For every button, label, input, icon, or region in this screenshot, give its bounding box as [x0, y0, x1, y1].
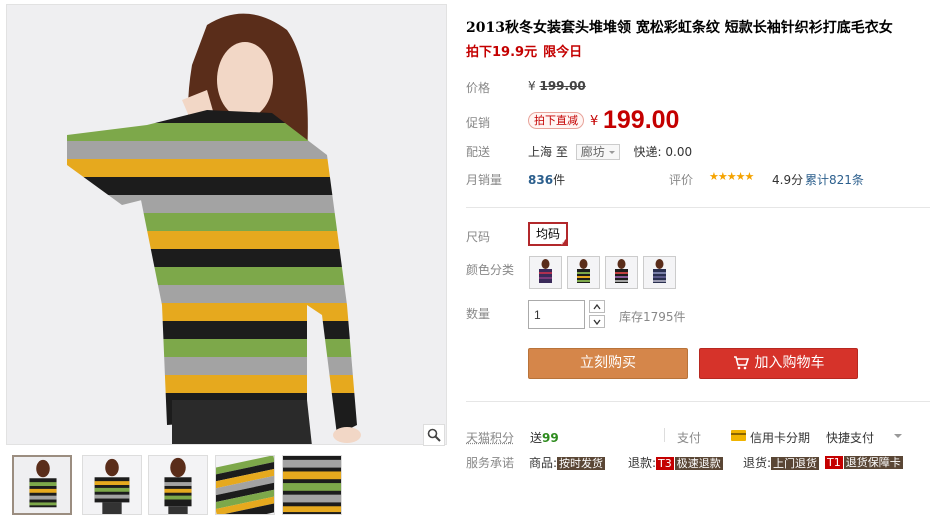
quantity-increase-button[interactable] — [589, 300, 605, 313]
color-swatch-3[interactable] — [605, 256, 638, 289]
zoom-icon[interactable] — [423, 424, 445, 446]
original-price-currency: ¥ — [528, 79, 536, 93]
divider-top — [466, 207, 930, 208]
fast-pay-select[interactable]: 快捷支付 — [826, 429, 874, 446]
add-to-cart-button[interactable]: 加入购物车 — [699, 348, 858, 379]
product-page: 2013秋冬女装套头堆堆领 宽松彩虹条纹 短款长袖针织衫打底毛衣女 拍下19.9… — [0, 0, 930, 524]
promo-currency: ¥ — [590, 114, 599, 129]
service-item-3-text: 退货: — [743, 456, 772, 470]
promo-tag: 拍下直减 — [528, 112, 584, 129]
chevron-down-icon[interactable] — [894, 434, 902, 442]
points-value: 送99 — [530, 429, 559, 446]
product-title: 2013秋冬女装套头堆堆领 宽松彩虹条纹 短款长袖针织衫打底毛衣女 — [466, 20, 893, 36]
quantity-input[interactable] — [528, 300, 585, 329]
service-item-2-text: 退款: — [628, 456, 657, 470]
service-item-refund[interactable]: 退款: T3 极速退款 — [628, 454, 723, 471]
size-option-selected[interactable]: 均码 ✓ — [528, 222, 568, 247]
check-icon: ✓ — [560, 239, 566, 247]
subtitle-promo: 限今日 — [543, 45, 583, 60]
buy-now-button[interactable]: 立刻购买 — [528, 348, 688, 379]
points-prefix: 送 — [530, 431, 543, 445]
points-label[interactable]: 天猫积分 — [466, 429, 514, 446]
points-number: 99 — [542, 431, 559, 445]
size-value: 均码 — [535, 227, 560, 241]
ship-from: 上海 — [528, 145, 553, 159]
quantity-label: 数量 — [466, 307, 491, 321]
original-price-value: 199.00 — [539, 79, 586, 93]
thumbnail-4[interactable] — [215, 455, 275, 515]
thumbnail-2[interactable] — [82, 455, 142, 515]
service-item-2-tag: 极速退款 — [674, 457, 723, 470]
t1-badge: T1 — [825, 456, 843, 469]
service-label: 服务承诺 — [466, 456, 515, 470]
shipping-label: 配送 — [466, 145, 491, 159]
size-label: 尺码 — [466, 230, 491, 244]
thumbnail-3[interactable] — [148, 455, 208, 515]
service-item-3-tag: 上门退货 — [771, 457, 820, 470]
product-subtitle: 拍下19.9元 限今日 — [466, 41, 582, 60]
color-swatch-4[interactable] — [643, 256, 676, 289]
review-count-link[interactable]: 累计821条 — [805, 171, 864, 188]
divider-bottom — [466, 401, 930, 402]
shipping-fee: 快递: 0.00 — [633, 145, 693, 159]
service-item-1-text: 商品: — [529, 456, 558, 470]
add-to-cart-label: 加入购物车 — [754, 355, 825, 371]
stock-info: 库存1795件 — [619, 310, 686, 324]
service-item-return[interactable]: 退货: 上门退货 — [743, 454, 820, 471]
ship-to-word: 至 — [555, 145, 568, 159]
quantity-decrease-button[interactable] — [589, 315, 605, 328]
main-product-image[interactable] — [6, 4, 447, 445]
color-label: 颜色分类 — [466, 263, 515, 277]
thumbnail-1[interactable] — [12, 455, 72, 515]
subtitle-text: 拍下19.9元 — [466, 45, 538, 60]
color-swatch-2[interactable] — [567, 256, 600, 289]
rating-stars-icon: ★★★★★ — [709, 170, 754, 183]
destination-select[interactable]: 廊坊 — [575, 144, 620, 160]
color-swatch-1[interactable] — [529, 256, 562, 289]
service-item-shipping[interactable]: 商品: 按时发货 — [529, 454, 606, 471]
promo-label: 促销 — [466, 116, 491, 130]
payment-label: 支付 — [677, 431, 702, 445]
destination-value: 廊坊 — [580, 145, 605, 159]
shipping-info: 上海 至 廊坊 快递: 0.00 — [528, 143, 692, 160]
service-item-return-card[interactable]: T1 退货保障卡 — [825, 454, 903, 470]
service-item-1-tag: 按时发货 — [557, 457, 606, 470]
thumbnail-5[interactable] — [282, 455, 342, 515]
rating-score: 4.9分 — [772, 173, 804, 187]
credit-card-icon — [731, 430, 746, 441]
original-price: ¥ 199.00 — [528, 79, 586, 93]
rating-label: 评价 — [669, 173, 694, 187]
price-label: 价格 — [466, 81, 491, 95]
t3-badge: T3 — [656, 457, 674, 470]
cart-icon — [733, 356, 749, 370]
sales-count: 836 — [528, 173, 554, 187]
credit-installment-link[interactable]: 信用卡分期 — [750, 429, 810, 446]
promo-price: 199.00 — [603, 106, 680, 134]
monthly-sales: 836件 — [528, 171, 565, 188]
sales-unit: 件 — [553, 173, 566, 187]
thumbnail-strip — [12, 455, 352, 515]
service-item-4-tag: 退货保障卡 — [843, 456, 903, 469]
separator — [664, 428, 665, 442]
sales-label: 月销量 — [466, 173, 503, 187]
